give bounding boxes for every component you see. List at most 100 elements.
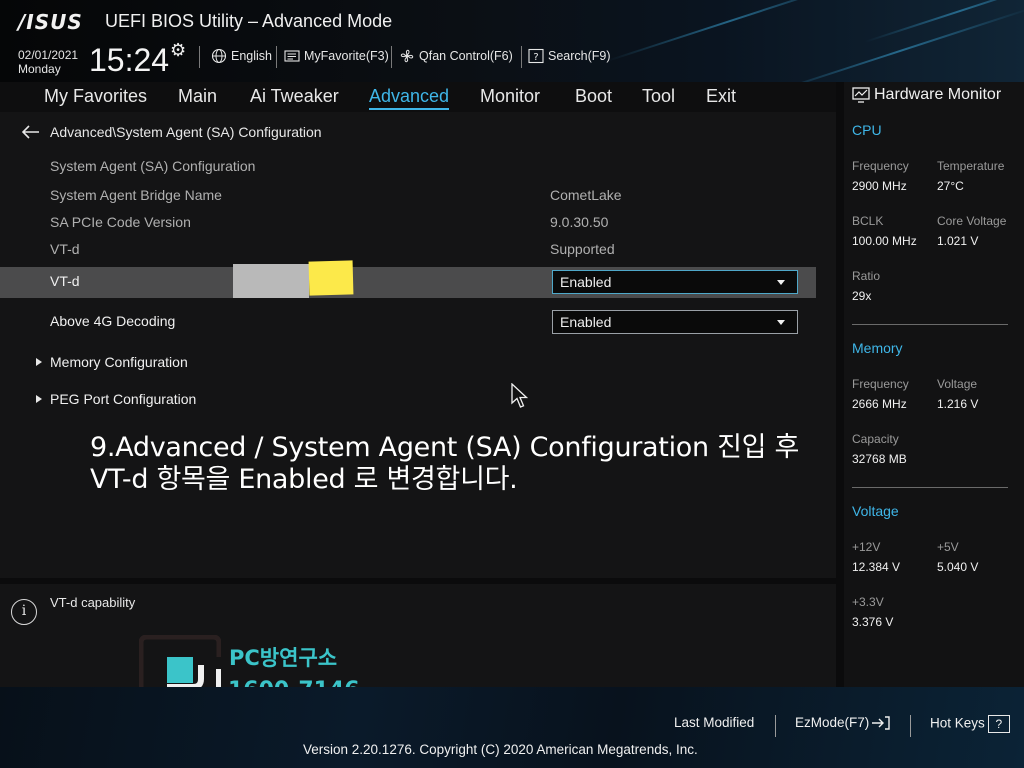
info-value-pcie-code-version: 9.0.30.50 — [550, 214, 609, 230]
vtd-dropdown[interactable]: Enabled — [552, 270, 798, 294]
setting-label-vtd: VT-d — [50, 273, 80, 289]
back-arrow-icon[interactable] — [22, 125, 40, 139]
info-value-bridge-name: CometLake — [550, 187, 622, 203]
above-4g-decoding-dropdown[interactable]: Enabled — [552, 310, 798, 334]
section-divider — [852, 487, 1008, 488]
bclk-value: 100.00 MHz — [852, 234, 917, 248]
cpu-frequency-label: Frequency — [852, 159, 909, 173]
info-label-vtd: VT-d — [50, 241, 80, 257]
tab-my-favorites[interactable]: My Favorites — [44, 86, 147, 107]
help-text: VT-d capability — [50, 595, 136, 610]
submenu-memory-configuration[interactable]: Memory Configuration — [36, 354, 188, 370]
clock[interactable]: 15:24 — [89, 42, 169, 79]
above-4g-dropdown-value: Enabled — [560, 314, 612, 330]
footer-divider — [910, 715, 911, 737]
core-voltage-label: Core Voltage — [937, 214, 1007, 228]
memory-frequency-value: 2666 MHz — [852, 397, 907, 411]
section-title: System Agent (SA) Configuration — [50, 158, 256, 174]
info-value-vtd: Supported — [550, 241, 615, 257]
tab-ai-tweaker[interactable]: Ai Tweaker — [250, 86, 339, 107]
bclk-label: BCLK — [852, 214, 884, 228]
submenu-arrow-icon — [36, 358, 42, 366]
version-text: Version 2.20.1276. Copyright (C) 2020 Am… — [303, 742, 698, 757]
ratio-value: 29x — [852, 289, 872, 303]
settings-panel: Advanced\System Agent (SA) Configuration… — [0, 112, 836, 578]
memory-heading: Memory — [852, 340, 903, 356]
language-button[interactable]: English — [211, 47, 272, 65]
tab-tool[interactable]: Tool — [642, 86, 675, 107]
footer-bar: Last Modified EzMode(F7) Hot Keys? Versi… — [0, 687, 1024, 768]
last-modified-button[interactable]: Last Modified — [674, 715, 754, 730]
cpu-heading: CPU — [852, 122, 882, 138]
search-label: Search(F9) — [548, 49, 611, 63]
myfavorite-label: MyFavorite(F3) — [304, 49, 389, 63]
tab-monitor[interactable]: Monitor — [480, 86, 540, 107]
breadcrumb[interactable]: Advanced\System Agent (SA) Configuration — [22, 124, 322, 140]
header-divider — [276, 46, 277, 68]
app-title: UEFI BIOS Utility – Advanced Mode — [105, 11, 393, 31]
chevron-down-icon — [777, 320, 785, 325]
monitor-icon — [852, 87, 870, 103]
top-header: /ISUS UEFI BIOS Utility – Advanced Mode … — [0, 0, 1024, 82]
info-icon: i — [11, 599, 37, 625]
breadcrumb-path: Advanced\System Agent (SA) Configuration — [50, 124, 322, 140]
ratio-label: Ratio — [852, 269, 881, 283]
v5-value: 5.040 V — [937, 560, 979, 574]
qfan-label: Qfan Control(F6) — [419, 49, 513, 63]
setting-label-above-4g-decoding: Above 4G Decoding — [50, 313, 176, 329]
cpu-temperature-label: Temperature — [937, 159, 1005, 173]
hardware-monitor-title: Hardware Monitor — [874, 86, 1002, 103]
hotkeys-button[interactable]: Hot Keys? — [930, 715, 1010, 733]
date-text: 02/01/2021 — [18, 48, 79, 62]
annotation-highlight-gray — [233, 264, 309, 298]
header-divider — [521, 46, 522, 68]
header-divider — [199, 46, 200, 68]
tab-main[interactable]: Main — [178, 86, 217, 107]
v12-label: +12V — [852, 540, 881, 554]
help-panel: i VT-d capability PC방연구소 1600-7146 — [0, 584, 836, 707]
clock-settings-gear-icon[interactable]: ⚙ — [170, 40, 186, 61]
submenu-peg-port-configuration[interactable]: PEG Port Configuration — [36, 391, 196, 407]
svg-text:?: ? — [533, 52, 538, 63]
chevron-down-icon — [777, 280, 785, 285]
submenu-arrow-icon — [36, 395, 42, 403]
submenu-label: PEG Port Configuration — [50, 391, 197, 407]
myfavorite-button[interactable]: MyFavorite(F3) — [284, 47, 389, 65]
v33-label: +3.3V — [852, 595, 884, 609]
memory-voltage-value: 1.216 V — [937, 397, 979, 411]
tab-advanced[interactable]: Advanced — [369, 86, 450, 110]
submenu-label: Memory Configuration — [50, 354, 188, 370]
memory-capacity-value: 32768 MB — [852, 452, 907, 466]
favorite-list-icon — [284, 50, 300, 62]
core-voltage-value: 1.021 V — [937, 234, 979, 248]
ezmode-button[interactable]: EzMode(F7) — [795, 715, 891, 731]
question-mark-icon: ? — [987, 715, 1010, 733]
cpu-temperature-value: 27°C — [937, 179, 964, 193]
main-menu-bar: My Favorites Main Ai Tweaker Advanced Mo… — [0, 82, 836, 112]
search-help-icon: ? — [528, 48, 544, 64]
hardware-monitor-header: Hardware Monitor — [852, 86, 1001, 104]
vtd-dropdown-value: Enabled — [560, 274, 612, 290]
tutorial-caption-line2: VT-d 항목을 Enabled 로 변경합니다. — [89, 463, 518, 495]
globe-icon — [211, 48, 227, 64]
search-button[interactable]: ? Search(F9) — [528, 47, 611, 65]
day-text: Monday — [18, 62, 61, 76]
hardware-monitor-panel: Hardware Monitor CPU Frequency Temperatu… — [844, 82, 1024, 687]
memory-frequency-label: Frequency — [852, 377, 909, 391]
hotkeys-label: Hot Keys — [930, 715, 985, 731]
v33-value: 3.376 V — [852, 615, 894, 629]
footer-divider — [775, 715, 776, 737]
section-divider — [852, 324, 1008, 325]
info-label-bridge-name: System Agent Bridge Name — [50, 187, 222, 203]
v5-label: +5V — [937, 540, 959, 554]
tab-exit[interactable]: Exit — [706, 86, 736, 107]
qfan-control-button[interactable]: Qfan Control(F6) — [399, 47, 513, 65]
header-divider — [391, 46, 392, 68]
tab-boot[interactable]: Boot — [575, 86, 612, 107]
watermark-name: PC방연구소 — [229, 646, 338, 670]
voltage-heading: Voltage — [852, 503, 899, 519]
v12-value: 12.384 V — [852, 560, 901, 574]
asus-logo: /ISUS — [18, 10, 83, 34]
annotation-highlight-yellow — [308, 260, 354, 296]
memory-capacity-label: Capacity — [852, 432, 899, 446]
